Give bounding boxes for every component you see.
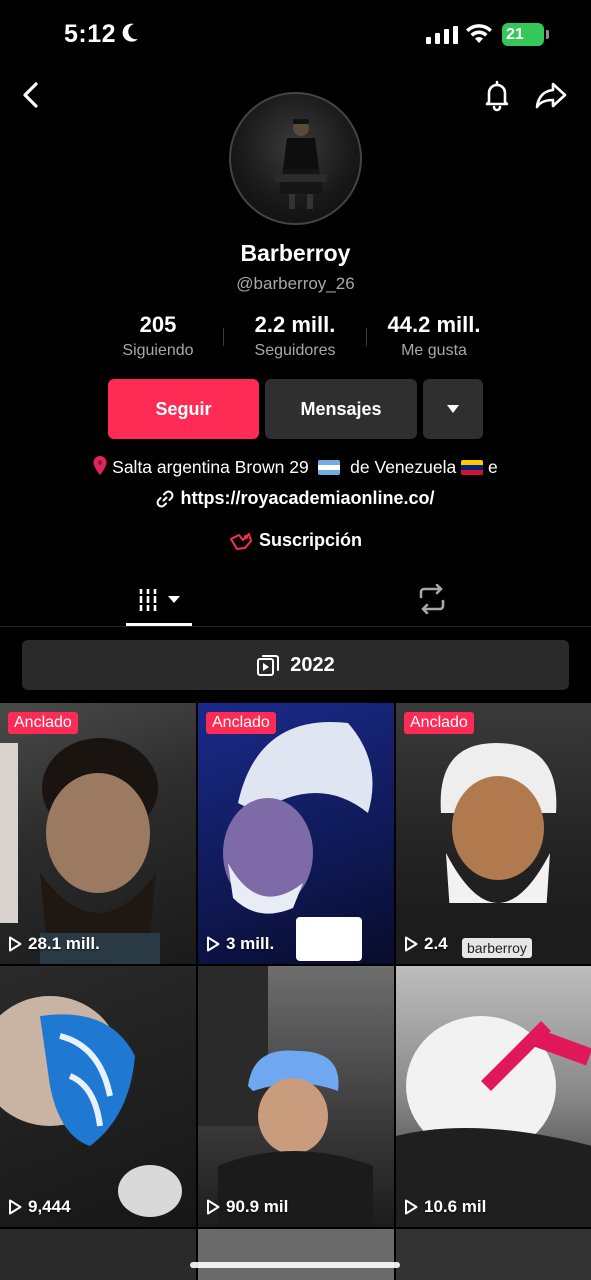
video-thumbnail[interactable]: [198, 1229, 394, 1280]
location-pin-icon: [93, 456, 107, 475]
stat-divider: [223, 328, 224, 346]
video-thumbnail[interactable]: [0, 1229, 196, 1280]
pinned-badge: Anclado: [404, 712, 474, 734]
comment-sticker: [296, 917, 362, 961]
view-count: 10.6 mil: [404, 1197, 486, 1217]
stat-value: 205: [139, 312, 177, 337]
bio-part-2: de Venezuela: [350, 457, 457, 477]
stat-label: Seguidores: [254, 342, 336, 359]
username-sticker: barberroy: [462, 938, 532, 958]
pinned-badge: Anclado: [8, 712, 78, 734]
view-count: 9,444: [8, 1197, 71, 1217]
subscription-link[interactable]: Suscripción: [0, 530, 591, 556]
stat-divider: [366, 328, 367, 346]
wifi-icon: [466, 24, 492, 43]
home-indicator: [190, 1262, 400, 1268]
tab-videos[interactable]: [126, 582, 192, 624]
profile-avatar[interactable]: [229, 92, 362, 225]
view-count-text: 10.6 mil: [424, 1197, 487, 1216]
stat-value: 44.2 mill.: [387, 312, 481, 337]
back-arrow-icon[interactable]: [16, 78, 48, 112]
play-icon: [405, 1199, 418, 1215]
view-count: 2.4: [404, 934, 448, 954]
playlist-icon: [257, 655, 280, 676]
pinned-badge: Anclado: [206, 712, 276, 734]
view-count-text: 90.9 mil: [226, 1197, 289, 1216]
play-icon: [207, 1199, 220, 1215]
content-tabs: [0, 570, 591, 627]
video-thumbnail[interactable]: 10.6 mil: [396, 966, 591, 1227]
thumbnail-art: [0, 738, 160, 964]
view-count-text: 3 mill.: [226, 934, 275, 953]
venezuela-flag-icon: [461, 460, 484, 475]
cellular-signal-icon: [426, 26, 458, 44]
view-count-text: 28.1 mill.: [28, 934, 100, 953]
video-thumbnail[interactable]: 9,444: [0, 966, 196, 1227]
bio-text: Salta argentina Brown 29 de Venezuela e: [0, 456, 591, 478]
active-tab-indicator: [126, 623, 192, 626]
caret-down-icon: [447, 405, 459, 413]
thumbnail-art: [0, 996, 182, 1217]
video-thumbnail[interactable]: 90.9 mil: [198, 966, 394, 1227]
bio-part-3: e: [487, 457, 498, 477]
view-count-text: 9,444: [28, 1197, 71, 1216]
video-thumbnail[interactable]: Anclado 28.1 mill.: [0, 703, 196, 964]
thumbnail-art: [198, 966, 373, 1227]
view-count: 90.9 mil: [206, 1197, 288, 1217]
play-icon: [9, 936, 22, 952]
profile-stats: 205 Siguiendo 2.2 mill. Seguidores 44.2 …: [0, 312, 591, 364]
stat-value: 2.2 mill.: [254, 312, 336, 337]
battery-indicator: 21: [502, 23, 549, 46]
moon-icon: [122, 23, 138, 42]
status-bar: 5:12 21: [0, 0, 591, 70]
follow-button[interactable]: Seguir: [108, 379, 259, 439]
argentina-flag-icon: [318, 460, 341, 475]
playlist-button[interactable]: 2022: [22, 640, 569, 690]
bell-icon[interactable]: [481, 78, 513, 112]
stat-following[interactable]: 205 Siguiendo: [108, 312, 208, 360]
videos-grid-icon: [138, 589, 180, 611]
battery-level: 21: [506, 26, 524, 43]
video-thumbnail[interactable]: [396, 1229, 591, 1280]
playlist-label: 2022: [290, 653, 335, 676]
avatar-figure: [275, 119, 327, 209]
display-name: Barberroy: [240, 240, 351, 266]
play-icon: [405, 936, 418, 952]
view-count-text: 2.4: [424, 934, 448, 953]
thumbnail-art: [396, 1016, 591, 1227]
view-count: 3 mill.: [206, 934, 274, 954]
stat-likes[interactable]: 44.2 mill. Me gusta: [376, 312, 492, 360]
more-options-button[interactable]: [423, 379, 483, 439]
messages-button[interactable]: Mensajes: [265, 379, 417, 439]
status-time: 5:12: [64, 20, 117, 48]
username: @barberroy_26: [236, 274, 355, 293]
stat-label: Siguiendo: [122, 342, 194, 359]
play-icon: [9, 1199, 22, 1215]
stat-label: Me gusta: [401, 342, 467, 359]
subscription-label: Suscripción: [258, 530, 363, 550]
profile-link-text: https://royacademiaonline.co/: [180, 488, 435, 508]
subscription-icon: [229, 532, 252, 550]
video-thumbnail[interactable]: Anclado 2.4 barberroy: [396, 703, 591, 964]
bio-part-1: Salta argentina Brown 29: [112, 457, 309, 477]
video-thumbnail[interactable]: Anclado 3 mill.: [198, 703, 394, 964]
play-icon: [207, 936, 220, 952]
view-count: 28.1 mill.: [8, 934, 100, 954]
repost-icon[interactable]: [415, 584, 449, 614]
link-icon: [157, 490, 174, 507]
profile-link[interactable]: https://royacademiaonline.co/: [0, 488, 591, 513]
stat-followers[interactable]: 2.2 mill. Seguidores: [236, 312, 354, 360]
thumbnail-art: [396, 743, 591, 964]
share-arrow-icon[interactable]: [534, 78, 568, 112]
